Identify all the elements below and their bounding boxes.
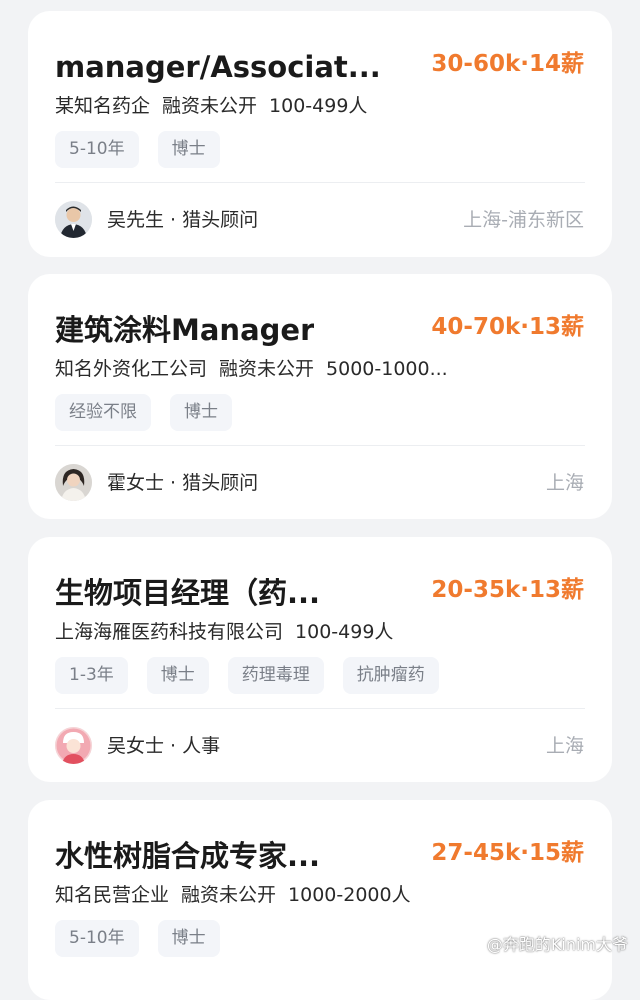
job-tags: 5-10年 博士 (55, 131, 220, 168)
company-size: 100-499人 (295, 621, 394, 643)
job-card[interactable]: manager/Associat... 30-60k·14薪 某知名药企 融资未公… (28, 11, 612, 257)
company-name: 上海海雁医药科技有限公司 (55, 621, 284, 643)
company-info: 知名民营企业 融资未公开 1000-2000人 (55, 882, 423, 908)
company-info: 上海海雁医药科技有限公司 100-499人 (55, 619, 405, 645)
job-tag: 博士 (157, 131, 220, 168)
company-size: 1000-2000人 (288, 884, 411, 906)
card-divider (55, 708, 585, 709)
job-title: 水性树脂合成专家... (55, 839, 321, 873)
job-tag: 博士 (157, 920, 220, 957)
job-salary: 27-45k·15薪 (431, 840, 584, 866)
company-name: 某知名药企 (55, 95, 151, 117)
company-funding: 融资未公开 (181, 884, 277, 906)
job-title: 建筑涂料Manager (55, 313, 315, 347)
job-tag: 1-3年 (55, 657, 128, 694)
recruiter-name: 霍女士 · 猎头顾问 (107, 472, 259, 494)
watermark: @奔跑的Kinim大爷 (486, 935, 628, 954)
company-funding: 融资未公开 (162, 95, 258, 117)
job-tag: 5-10年 (55, 131, 139, 168)
card-footer: 吴女士 · 人事 上海 (55, 727, 584, 767)
job-salary: 30-60k·14薪 (431, 51, 584, 77)
card-footer: 霍女士 · 猎头顾问 上海 (55, 464, 584, 504)
company-name: 知名民营企业 (55, 884, 170, 906)
job-location: 上海 (545, 735, 584, 757)
recruiter-name: 吴女士 · 人事 (107, 735, 221, 757)
job-title: manager/Associat... (55, 50, 381, 84)
recruiter-name: 吴先生 · 猎头顾问 (107, 209, 259, 231)
job-tag: 药理毒理 (227, 657, 324, 694)
job-tags: 5-10年 博士 (55, 920, 220, 957)
job-card[interactable]: 建筑涂料Manager 40-70k·13薪 知名外资化工公司 融资未公开 5000… (28, 274, 612, 519)
job-tag: 博士 (170, 394, 232, 431)
job-tags: 经验不限 博士 (55, 394, 232, 431)
card-divider (55, 182, 585, 183)
job-title: 生物项目经理（药... (55, 576, 321, 610)
company-name: 知名外资化工公司 (55, 358, 208, 380)
job-card[interactable]: 水性树脂合成专家... 27-45k·15薪 知名民营企业 融资未公开 1000-2… (28, 800, 612, 1000)
job-tag: 抗肿瘤药 (342, 657, 439, 694)
job-tags: 1-3年 博士 药理毒理 抗肿瘤药 (55, 657, 439, 694)
company-info: 某知名药企 融资未公开 100-499人 (55, 93, 379, 119)
job-salary: 40-70k·13薪 (431, 314, 584, 340)
recruiter-avatar[interactable] (55, 201, 92, 238)
card-footer: 吴先生 · 猎头顾问 上海-浦东新区 (55, 201, 584, 241)
company-info: 知名外资化工公司 融资未公开 5000-1000... (55, 356, 460, 382)
job-tag: 5-10年 (55, 920, 139, 957)
company-size: 5000-1000... (326, 358, 448, 380)
job-salary: 20-35k·13薪 (431, 577, 584, 603)
job-card[interactable]: 生物项目经理（药... 20-35k·13薪 上海海雁医药科技有限公司 100-4… (28, 537, 612, 782)
job-tag: 博士 (146, 657, 209, 694)
card-divider (55, 445, 585, 446)
company-funding: 融资未公开 (219, 358, 315, 380)
recruiter-avatar[interactable] (55, 727, 92, 764)
company-size: 100-499人 (269, 95, 368, 117)
job-tag: 经验不限 (55, 394, 151, 431)
recruiter-avatar[interactable] (55, 464, 92, 501)
job-location: 上海-浦东新区 (463, 209, 584, 231)
job-location: 上海 (545, 472, 584, 494)
